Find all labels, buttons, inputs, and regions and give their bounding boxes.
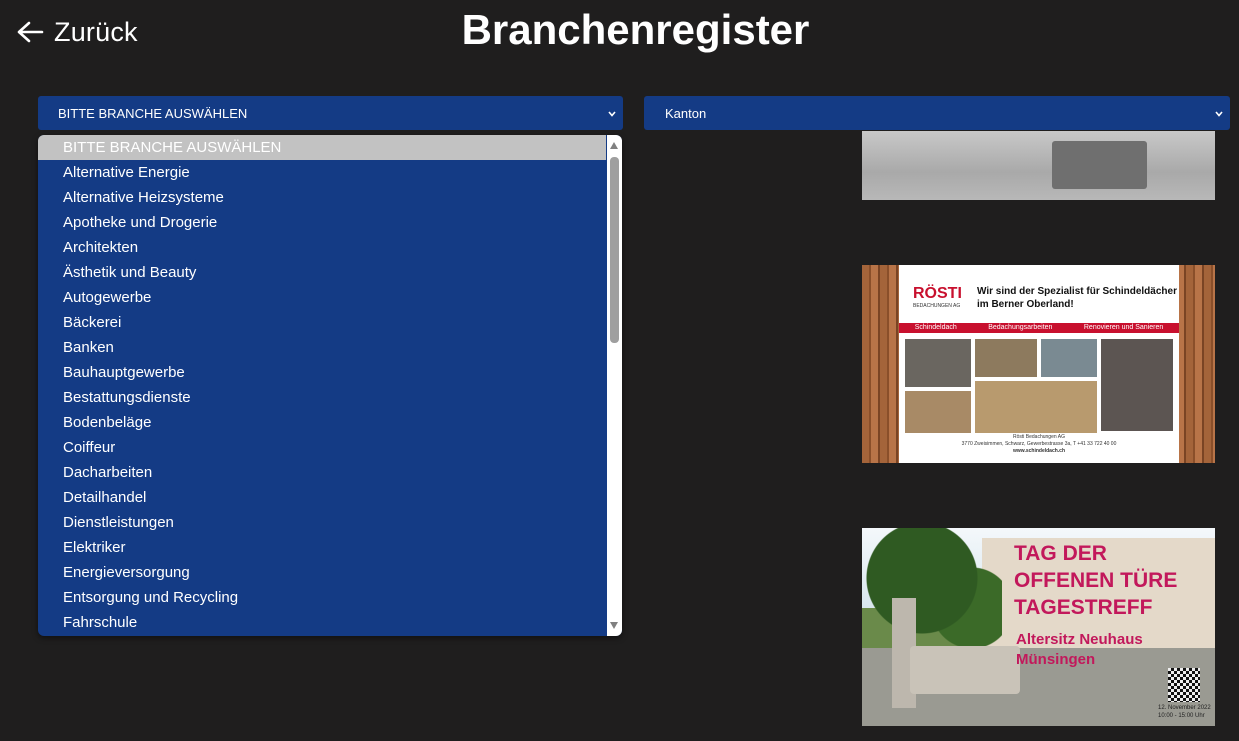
- branche-option[interactable]: Architekten: [38, 235, 606, 260]
- open-day-location: Altersitz Neuhaus Münsingen: [1016, 630, 1143, 670]
- branche-option[interactable]: Dienstleistungen: [38, 510, 606, 535]
- branche-option[interactable]: Bauhauptgewerbe: [38, 360, 606, 385]
- page-title: Branchenregister: [461, 6, 810, 53]
- open-day-date-1: 12. November 2022: [1158, 705, 1211, 711]
- branche-option[interactable]: Alternative Energie: [38, 160, 606, 185]
- branche-option[interactable]: Bodenbeläge: [38, 410, 606, 435]
- ad-banner-truck[interactable]: [862, 131, 1215, 200]
- ad3-trees: [862, 528, 1002, 658]
- open-day-date: 12. November 2022 10:00 - 15:00 Uhr: [1158, 704, 1211, 720]
- branche-option[interactable]: Fahrschule: [38, 610, 606, 635]
- branche-option[interactable]: Dacharbeiten: [38, 460, 606, 485]
- kanton-select-value: Kanton: [665, 105, 707, 121]
- roesti-service: Bedachungsarbeiten: [988, 324, 1053, 331]
- basin-image: [910, 646, 1020, 694]
- ad-banner-open-day[interactable]: TAG DER OFFENEN TÜRE TAGESTREFF Altersit…: [862, 528, 1215, 726]
- open-day-headline: TAG DER OFFENEN TÜRE TAGESTREFF: [1014, 542, 1178, 619]
- roesti-company: Rösti Bedachungen AG: [1013, 434, 1065, 440]
- truck-image: [1052, 141, 1147, 189]
- dropdown-scrollbar[interactable]: [607, 135, 622, 636]
- ad-roesti-content: RÖSTI BEDACHUNGEN AG Wir sind der Spezia…: [899, 265, 1179, 463]
- kanton-select[interactable]: Kanton: [644, 96, 1230, 130]
- scroll-up-icon[interactable]: [610, 142, 618, 149]
- branche-options: BITTE BRANCHE AUSWÄHLEN Alternative Energ…: [38, 135, 606, 635]
- branche-option[interactable]: Bestattungsdienste: [38, 385, 606, 410]
- roesti-service: Schindeldach: [914, 324, 957, 331]
- branche-option[interactable]: Ästhetik und Beauty: [38, 260, 606, 285]
- chevron-down-icon: [1214, 107, 1224, 122]
- branche-option[interactable]: Energieversorgung: [38, 560, 606, 585]
- roesti-address: 3770 Zweisimmen, Schwarz, Gewerbestrasse…: [961, 441, 1117, 447]
- branche-select-value: BITTE BRANCHE AUSWÄHLEN: [58, 105, 248, 121]
- branche-option[interactable]: Apotheke und Drogerie: [38, 210, 606, 235]
- roesti-footer: Rösti Bedachungen AG 3770 Zweisimmen, Sc…: [899, 434, 1179, 455]
- open-day-location-2: Münsingen: [1016, 651, 1096, 668]
- qr-code-icon: [1168, 668, 1200, 702]
- branche-option[interactable]: Detailhandel: [38, 485, 606, 510]
- branche-dropdown-list[interactable]: BITTE BRANCHE AUSWÄHLEN Alternative Energ…: [38, 135, 622, 636]
- branche-option[interactable]: Entsorgung und Recycling: [38, 585, 606, 610]
- roesti-service-bar: Schindeldach Bedachungsarbeiten Renovier…: [899, 323, 1179, 333]
- branche-option[interactable]: Alternative Heizsysteme: [38, 185, 606, 210]
- roesti-logo-sub: BEDACHUNGEN AG: [913, 303, 961, 309]
- scrollbar-thumb[interactable]: [610, 157, 619, 343]
- roesti-headline: Wir sind der Spezialist für Schindeldäch…: [977, 286, 1177, 310]
- scroll-down-icon[interactable]: [610, 622, 618, 629]
- branche-option[interactable]: Autogewerbe: [38, 285, 606, 310]
- roesti-photo-collage: [905, 339, 1173, 433]
- branche-option[interactable]: Coiffeur: [38, 435, 606, 460]
- roesti-website: www.schindeldach.ch: [1012, 448, 1066, 454]
- roesti-service: Renovieren und Sanieren: [1083, 324, 1164, 331]
- branche-option[interactable]: Bäckerei: [38, 310, 606, 335]
- open-day-date-2: 10:00 - 15:00 Uhr: [1158, 713, 1205, 719]
- roesti-logo: RÖSTI: [913, 285, 962, 302]
- open-day-location-1: Altersitz Neuhaus: [1016, 631, 1143, 648]
- chevron-down-icon: [607, 107, 617, 122]
- branche-option[interactable]: Banken: [38, 335, 606, 360]
- branche-select[interactable]: BITTE BRANCHE AUSWÄHLEN: [38, 96, 623, 130]
- ad-banner-roesti[interactable]: RÖSTI BEDACHUNGEN AG Wir sind der Spezia…: [862, 265, 1215, 463]
- branche-option[interactable]: Elektriker: [38, 535, 606, 560]
- branche-option[interactable]: BITTE BRANCHE AUSWÄHLEN: [38, 135, 606, 160]
